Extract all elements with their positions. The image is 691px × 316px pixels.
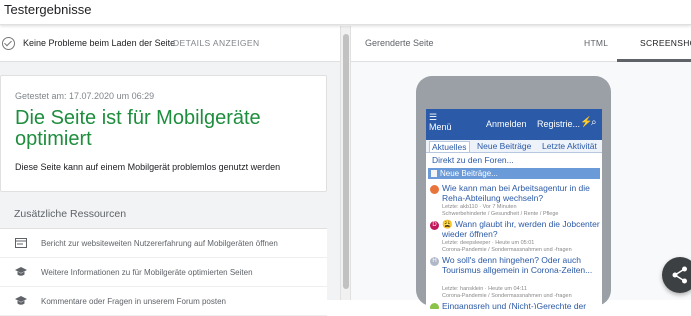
forum-menu: ☰ Menü [429,112,452,132]
scrollbar[interactable] [340,26,351,300]
resource-label: Weitere Informationen zu für Mobilgeräte… [41,268,253,277]
phone-frame: ☰ Menü Anmelden Registrie... ⚡ ⌕ Aktuelle… [416,76,611,309]
register-link: Registrie... [537,119,581,129]
share-icon [672,266,687,284]
login-link: Anmelden [486,119,527,129]
details-button[interactable]: DETAILS ANZEIGEN [173,38,260,48]
post-title: Wo soll's denn hingehen? Oder auch Touri… [442,255,593,275]
forum-navbar: ☰ Menü Anmelden Registrie... ⚡ ⌕ [426,109,602,140]
avatar [430,303,439,309]
new-posts-bar: Neue Beiträge... [428,168,600,179]
preview-tabs: Gerenderte Seite HTML SCREENSHOT [351,26,691,62]
post-forum: Corona-Pandemie / Sondermassnahmen und -… [442,247,572,253]
resource-item[interactable]: Bericht zur websiteweiten Nutzererfahrun… [0,229,327,258]
resource-label: Bericht zur websiteweiten Nutzererfahrun… [41,239,278,248]
forum-subtabs: Aktuelles Neue Beiträge Letzte Aktivität [426,140,602,153]
resources-list: Bericht zur websiteweiten Nutzererfahrun… [0,228,327,316]
resource-label: Kommentare oder Fragen in unserem Forum … [41,297,226,306]
post-meta: Letzte: akb110 · Vor 7 Minuten [442,204,517,210]
result-description: Diese Seite kann auf einem Mobilgerät pr… [15,162,281,172]
search-icon: ⌕ [591,117,597,128]
status-message: Keine Probleme beim Laden der Seite [23,38,176,48]
graduation-cap-icon [15,296,27,306]
resource-item[interactable]: Weitere Informationen zu für Mobilgeräte… [0,258,327,287]
menu-label: Menü [429,122,452,132]
results-panel: Keine Probleme beim Laden der Seite DETA… [0,26,340,316]
result-headline: Die Seite ist für Mobilgeräte optimiert [15,107,261,150]
resource-item[interactable]: Kommentare oder Fragen in unserem Forum … [0,287,327,316]
preview-panel: Gerenderte Seite HTML SCREENSHOT ☰Menü A… [351,26,691,309]
post-title: Eingangsreh und (Nicht-)Gerechte der [442,301,587,309]
post-title: 😩 Wann glaubt ihr, werden die Jobcenter … [442,219,600,239]
status-row: Keine Probleme beim Laden der Seite DETA… [0,26,340,62]
post-title: Wie kann man bei Arbeitsagentur in die R… [442,183,590,203]
tab-html[interactable]: HTML [584,38,608,48]
active-tab-indicator [617,59,691,62]
rendered-page-label: Gerenderte Seite [365,38,434,48]
share-button[interactable] [662,257,691,293]
subtab-aktuelles: Aktuelles [429,141,470,152]
post-meta: Letzte: deepsleeper · Heute um 05:01 [442,240,535,246]
resources-heading: Zusätzliche Ressourcen [14,208,127,220]
test-timestamp: Getestet am: 17.07.2020 um 06:29 [15,91,155,101]
check-circle-icon [2,37,15,50]
avatar: H [430,257,439,266]
post-forum: Corona-Pandemie / Sondermassnahmen und -… [442,293,572,299]
phone-screenshot: ☰ Menü Anmelden Registrie... ⚡ ⌕ Aktuelle… [426,109,602,309]
post-forum: Schwerbehinderte / Gesundheit / Rente / … [442,211,559,217]
hamburger-icon: ☰ [429,112,438,122]
avatar [430,185,439,194]
page-title: Testergebnisse [4,2,92,17]
jump-to-forums: Direkt zu den Foren... [432,155,514,165]
subtab-neue-beitraege: Neue Beiträge [477,141,532,151]
graduation-cap-icon [15,267,27,277]
tab-screenshot[interactable]: SCREENSHOT [640,38,691,48]
post-meta: Letzte: hansklein · Heute um 04:11 [442,286,527,292]
report-icon [15,238,27,248]
subtab-letzte-aktivitaet: Letzte Aktivität [542,141,597,151]
scrollbar-thumb[interactable] [343,34,349,289]
avatar: D [430,221,439,230]
result-card: Getestet am: 17.07.2020 um 06:29 Die Sei… [0,75,327,192]
top-bar: Testergebnisse [0,0,691,25]
